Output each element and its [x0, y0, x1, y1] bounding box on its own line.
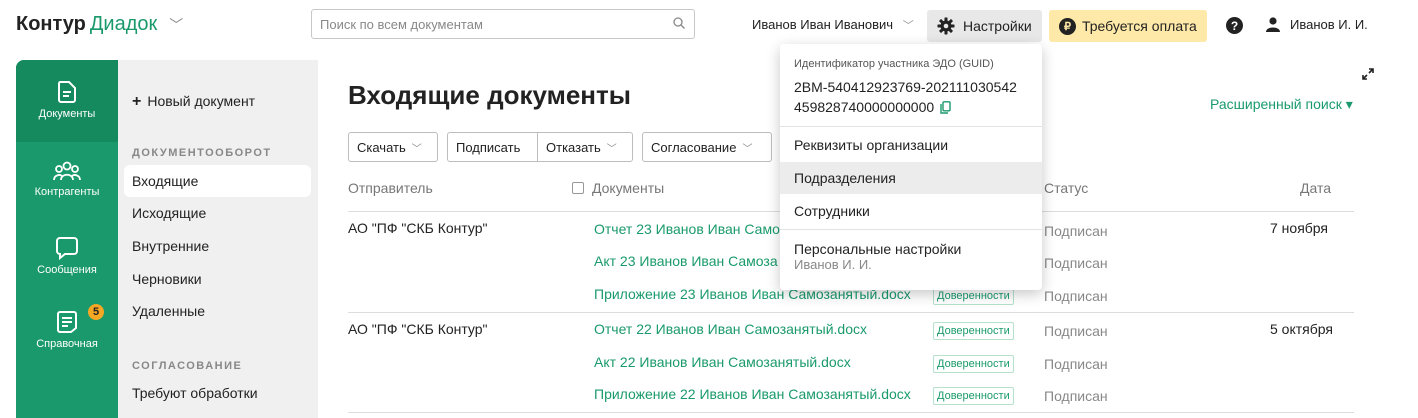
organization-user-menu[interactable]: Иванов Иван Иванович ﹀ [752, 17, 914, 33]
help-icon[interactable]: ? [1226, 17, 1243, 34]
plus-icon: + [132, 93, 142, 110]
section-title-approval: СОГЛАСОВАНИЕ [132, 360, 243, 372]
column-header-sender[interactable]: Отправитель [348, 180, 433, 196]
sign-label: Подписать [456, 139, 521, 155]
download-label: Скачать [357, 139, 406, 155]
logo-brand: Диадок [89, 13, 158, 35]
gear-icon [937, 17, 955, 35]
new-document-button[interactable]: + Новый документ [132, 93, 255, 111]
notification-badge: 5 [88, 304, 104, 320]
menu-item-departments[interactable]: Подразделения [780, 162, 1042, 194]
dropdown-divider [780, 229, 1042, 230]
document-tag[interactable]: Доверенности [933, 322, 1014, 340]
sidebar-item-outgoing[interactable]: Исходящие [124, 197, 311, 229]
document-date: 7 ноября [1270, 220, 1329, 236]
sidebar-item-drafts[interactable]: Черновики [124, 263, 311, 295]
profile-menu[interactable]: Иванов И. И. [1266, 17, 1368, 32]
search-icon[interactable] [672, 16, 686, 30]
guid-line-2-text: 459828740000000000 [794, 99, 935, 115]
document-tag[interactable]: Доверенности [933, 355, 1014, 373]
rail-item-messages[interactable]: Сообщения [16, 236, 118, 276]
advanced-search-link[interactable]: Расширенный поиск ▾ [1210, 96, 1353, 113]
sender-name[interactable]: АО "ПФ "СКБ Контур" [348, 220, 488, 236]
payment-label: Требуется оплата [1082, 18, 1197, 34]
sidebar-item-incoming[interactable]: Входящие [124, 165, 311, 197]
ruble-icon: ₽ [1059, 17, 1076, 35]
rail-label: Контрагенты [34, 186, 100, 198]
rail-label: Документы [38, 108, 96, 120]
new-document-label: Новый документ [147, 93, 256, 109]
rail-label: Сообщения [37, 264, 97, 276]
user-name: Иванов Иван Иванович [752, 17, 894, 32]
document-link[interactable]: Приложение 22 Иванов Иван Самозанятый.do… [594, 386, 911, 402]
guid-value: 2BM-540412923769-202111030542 4598287400… [794, 77, 1017, 117]
approval-label: Согласование [651, 139, 737, 155]
document-icon [57, 81, 76, 103]
copy-icon[interactable] [940, 101, 951, 114]
chevron-down-icon: ﹀ [606, 143, 617, 155]
personal-settings-user: Иванов И. И. [794, 257, 872, 272]
payment-required-button[interactable]: ₽ Требуется оплата [1049, 10, 1207, 42]
chevron-down-icon[interactable]: ﹀ [169, 15, 183, 35]
column-header-documents[interactable]: Документы [572, 180, 664, 196]
sidebar-item-internal[interactable]: Внутренние [124, 230, 311, 262]
message-icon [56, 237, 78, 260]
settings-dropdown: Идентификатор участника ЭДО (GUID) 2BM-5… [780, 44, 1042, 290]
sidebar-item-requires-processing[interactable]: Требуют обработки [124, 377, 311, 409]
menu-item-organization-details[interactable]: Реквизиты организации [780, 129, 1042, 161]
guid-line-2: 459828740000000000 [794, 97, 1017, 117]
document-status: Подписан [1044, 255, 1108, 271]
chevron-down-icon: ﹀ [902, 20, 914, 32]
sidebar-item-deleted[interactable]: Удаленные [124, 295, 311, 327]
document-date: 5 октября [1270, 321, 1333, 337]
search-input[interactable] [311, 9, 695, 39]
select-all-checkbox[interactable] [572, 182, 584, 194]
sign-button[interactable]: Подписать [447, 132, 538, 162]
reject-label: Отказать [546, 139, 601, 155]
guid-line-1: 2BM-540412923769-202111030542 [794, 79, 1017, 95]
document-status: Подписан [1044, 323, 1108, 339]
app-logo[interactable]: Контур Диадок ﹀ [16, 13, 183, 36]
download-button[interactable]: Скачать ﹀ [348, 132, 438, 162]
guid-label: Идентификатор участника ЭДО (GUID) [794, 58, 994, 70]
menu-item-employees[interactable]: Сотрудники [780, 195, 1042, 227]
page-title: Входящие документы [348, 80, 631, 110]
settings-label: Настройки [963, 18, 1032, 34]
app-rail: Документы Контрагенты Сообщения 5 Справо… [16, 60, 118, 418]
dropdown-divider [780, 126, 1042, 127]
document-status: Подписан [1044, 223, 1108, 239]
approval-button[interactable]: Согласование ﹀ [642, 132, 772, 162]
section-title-workflow: ДОКУМЕНТООБОРОТ [132, 147, 272, 159]
profile-name: Иванов И. И. [1290, 17, 1368, 32]
sender-name[interactable]: АО "ПФ "СКБ Контур" [348, 321, 488, 337]
document-link[interactable]: Акт 23 Иванов Иван Самоза [594, 253, 778, 269]
sidebar: + Новый документ ДОКУМЕНТООБОРОТ Входящие… [118, 60, 318, 418]
document-tag[interactable]: Доверенности [933, 387, 1014, 405]
contacts-icon [53, 161, 81, 181]
settings-button[interactable]: Настройки [927, 10, 1042, 42]
document-link[interactable]: Отчет 23 Иванов Иван Само [594, 221, 780, 237]
column-header-documents-label: Документы [592, 180, 665, 196]
reject-button[interactable]: Отказать ﹀ [537, 132, 633, 162]
document-status: Подписан [1044, 388, 1108, 404]
user-icon [1266, 17, 1280, 32]
document-link[interactable]: Акт 22 Иванов Иван Самозанятый.docx [594, 354, 851, 370]
reference-icon [57, 311, 77, 333]
app-header: Контур Диадок ﹀ Иванов Иван Иванович ﹀ [0, 0, 1418, 56]
rail-item-contractors[interactable]: Контрагенты [16, 160, 118, 198]
divider [348, 312, 1354, 313]
divider [348, 412, 1354, 413]
document-status: Подписан [1044, 288, 1108, 304]
document-status: Подписан [1044, 356, 1108, 372]
rail-label: Справочная [36, 338, 98, 350]
document-link[interactable]: Отчет 22 Иванов Иван Самозанятый.docx [594, 321, 867, 337]
rail-item-documents[interactable]: Документы [16, 60, 118, 142]
logo-main: Контур [16, 13, 86, 35]
chevron-down-icon: ﹀ [411, 143, 422, 155]
column-header-status[interactable]: Статус [1044, 180, 1088, 196]
rail-item-reference[interactable]: 5 Справочная [16, 304, 118, 350]
chevron-down-icon: ﹀ [742, 143, 753, 155]
column-header-date[interactable]: Дата [1300, 180, 1331, 196]
expand-icon[interactable] [1362, 68, 1374, 80]
